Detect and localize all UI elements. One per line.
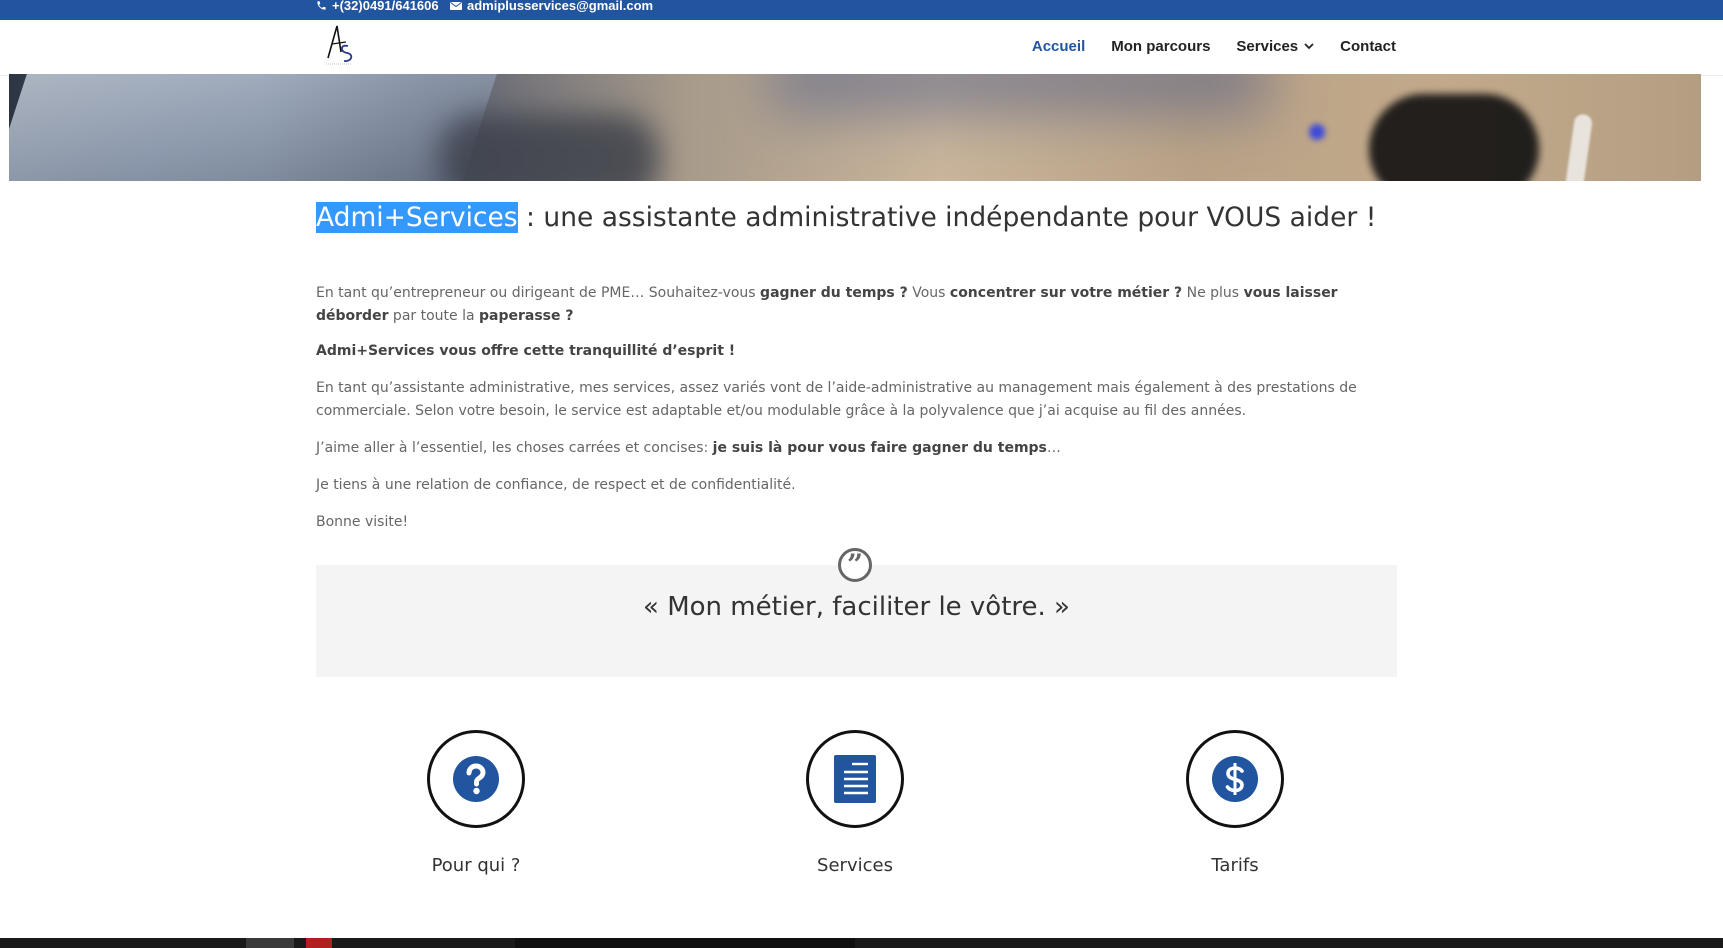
bold-text: paperasse ? bbox=[479, 308, 574, 324]
mail-icon bbox=[450, 1, 462, 10]
question-icon bbox=[453, 756, 499, 802]
bold-text: je suis là pour vous faire gagner du tem… bbox=[712, 440, 1047, 456]
main-nav: Accueil Mon parcours Services Contact bbox=[1032, 38, 1396, 55]
quote-icon: ” bbox=[838, 548, 872, 582]
phone-icon bbox=[317, 1, 326, 10]
hero-image bbox=[9, 74, 1701, 181]
text: Ne plus bbox=[1182, 285, 1244, 301]
nav-item-label: Contact bbox=[1340, 38, 1396, 55]
text: En tant qu’entrepreneur ou dirigeant de … bbox=[316, 285, 761, 301]
page-title-rest: : une assistante administrative indépend… bbox=[517, 202, 1377, 233]
page-title: Admi+Services : une assistante administr… bbox=[316, 202, 1376, 233]
taskbar-strip bbox=[0, 938, 1723, 948]
hero-glow bbox=[769, 74, 1269, 114]
nav-item-services[interactable]: Services bbox=[1236, 38, 1314, 55]
taskbar-item[interactable] bbox=[515, 938, 855, 948]
nav-item-accueil[interactable]: Accueil bbox=[1032, 38, 1085, 55]
taskbar-item[interactable] bbox=[306, 938, 332, 948]
nav-item-label: Mon parcours bbox=[1111, 38, 1211, 55]
feature-circle[interactable] bbox=[427, 730, 525, 828]
top-bar: +(32)0491/641606 admiplusservices@gmail.… bbox=[0, 0, 1723, 20]
feature-label[interactable]: Services bbox=[745, 855, 965, 876]
nav-item-label: Accueil bbox=[1031, 38, 1086, 55]
feature-tarifs[interactable]: Tarifs bbox=[1125, 730, 1345, 876]
quote-text: « Mon métier, faciliter le vôtre. » bbox=[643, 592, 1070, 622]
logo-mark bbox=[326, 25, 353, 65]
intro-paragraph: En tant qu’entrepreneur ou dirigeant de … bbox=[316, 282, 1396, 328]
services-paragraph: En tant qu’assistante administrative, me… bbox=[316, 380, 1357, 419]
taskbar-item[interactable] bbox=[246, 938, 294, 948]
email-link[interactable]: admiplusservices@gmail.com bbox=[450, 0, 653, 13]
text: Vous bbox=[907, 285, 950, 301]
feature-circle[interactable] bbox=[806, 730, 904, 828]
hero-pen bbox=[1562, 113, 1594, 181]
nav-item-mon-parcours[interactable]: Mon parcours bbox=[1111, 38, 1210, 55]
hero-mouse bbox=[1369, 94, 1539, 181]
tagline-paragraph: Admi+Services vous offre cette tranquill… bbox=[316, 340, 1396, 363]
feature-services[interactable]: Services bbox=[745, 730, 965, 876]
text: par toute la bbox=[388, 308, 480, 324]
page-title-brand: Admi+Services bbox=[316, 202, 518, 233]
greeting-paragraph: Bonne visite! bbox=[316, 514, 409, 530]
phone-text: +(32)0491/641606 bbox=[332, 0, 439, 13]
bold-text: concentrer sur votre métier ? bbox=[949, 285, 1183, 301]
feature-circle[interactable] bbox=[1186, 730, 1284, 828]
text: J’aime aller à l’essentiel, les choses c… bbox=[316, 440, 713, 456]
feature-label[interactable]: Tarifs bbox=[1125, 855, 1345, 876]
hero-light bbox=[1309, 124, 1325, 140]
hero-shadow bbox=[439, 114, 659, 181]
trust-paragraph: Je tiens à une relation de confiance, de… bbox=[316, 477, 796, 493]
phone-link[interactable]: +(32)0491/641606 bbox=[316, 0, 439, 13]
dollar-icon bbox=[1212, 756, 1258, 802]
bold-text: Admi+Services vous offre cette tranquill… bbox=[316, 343, 736, 359]
essentials-paragraph: J’aime aller à l’essentiel, les choses c… bbox=[316, 437, 1396, 460]
hero-laptop-screen bbox=[9, 74, 510, 181]
document-icon bbox=[834, 755, 876, 803]
feature-pour-qui[interactable]: Pour qui ? bbox=[366, 730, 586, 876]
nav-item-label: Services bbox=[1236, 38, 1299, 55]
bold-text: gagner du temps ? bbox=[760, 285, 908, 301]
site-logo[interactable] bbox=[320, 22, 360, 68]
nav-item-contact[interactable]: Contact bbox=[1340, 38, 1396, 55]
feature-label[interactable]: Pour qui ? bbox=[366, 855, 586, 876]
text: … bbox=[1046, 440, 1061, 456]
email-text: admiplusservices@gmail.com bbox=[467, 0, 654, 13]
chevron-down-icon bbox=[1304, 43, 1314, 50]
site-header: Accueil Mon parcours Services Contact bbox=[0, 20, 1723, 75]
